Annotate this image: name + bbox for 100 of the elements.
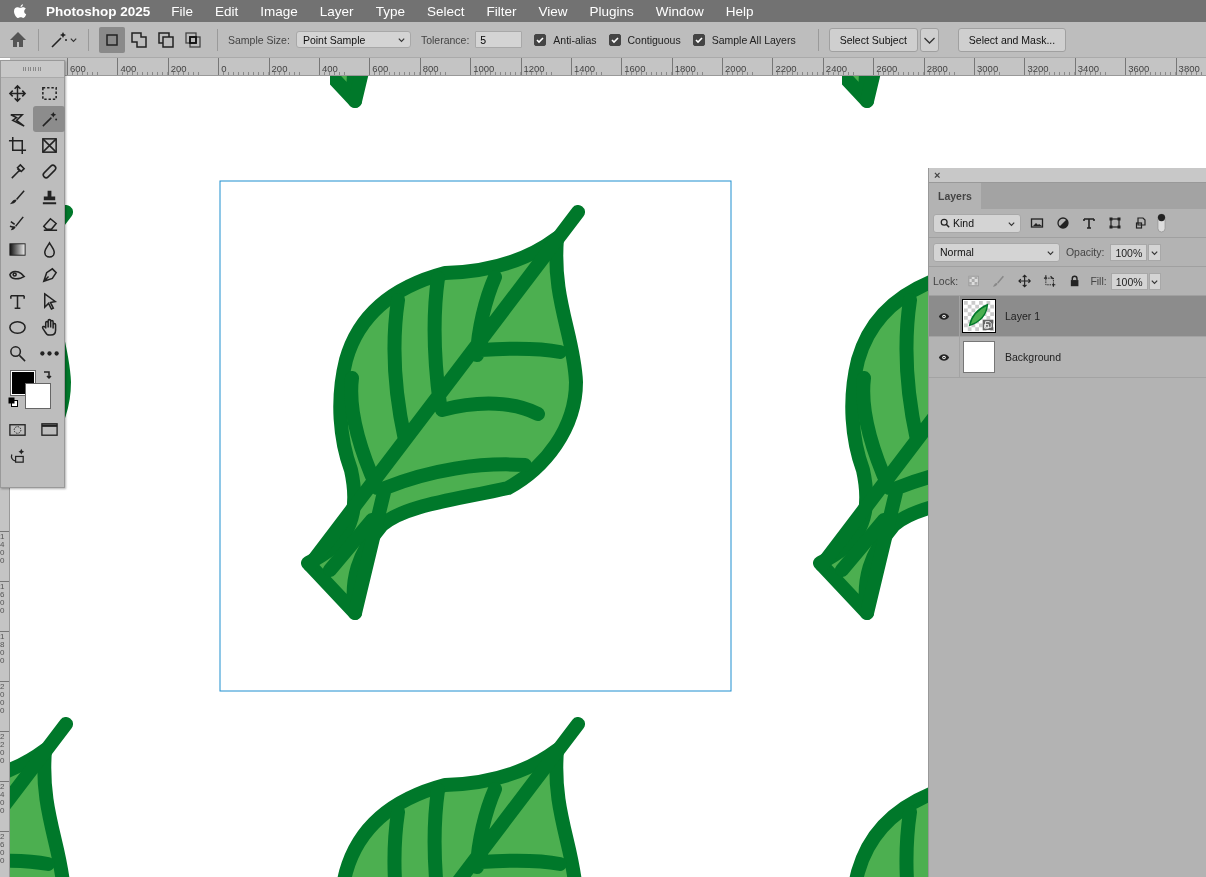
fill-field[interactable]: 100% [1110,272,1148,290]
ruler-label: 1600 [623,62,646,75]
filter-kind-dropdown[interactable]: Kind [933,213,1021,233]
selection-mode-icon [129,29,149,50]
menu-item[interactable]: Type [375,3,405,19]
selection-mode-icon [156,29,176,50]
ruler-label: 0 [220,62,227,75]
checkbox-label[interactable]: Contiguous [627,33,681,46]
apple-logo-icon[interactable] [14,3,27,19]
artboard-icon[interactable] [1042,274,1057,288]
grip-handle[interactable] [22,67,43,71]
ruler-label: 2600 [0,832,5,865]
ruler-label: 1800 [0,632,5,665]
fill-dropdown[interactable] [1148,272,1161,290]
selection-mode-icon [183,29,203,50]
app-name-menu[interactable]: Photoshop 2025 [46,3,151,19]
menu-item[interactable]: Window [655,3,704,19]
sample-size-label: Sample Size: [228,33,290,46]
ruler-label: 400 [320,62,338,75]
fill-label: Fill: [1090,275,1107,287]
home-icon[interactable] [8,29,28,50]
dropdown-button[interactable] [919,27,939,52]
move-icon[interactable] [1017,274,1031,288]
panel-tab[interactable]: Layers [929,183,981,209]
checkbox[interactable] [692,33,705,46]
opacity-dropdown[interactable] [1148,243,1161,261]
ruler-label: 1600 [0,582,5,615]
ruler-label: 1200 [522,62,545,75]
ruler-label: 2800 [925,62,948,75]
select-and-mask-button[interactable]: Select and Mask... [957,27,1067,52]
ruler-label: 3600 [1127,62,1150,75]
ruler-label: 200 [270,62,288,75]
layer-name[interactable]: Background [1005,351,1062,363]
opacity-field[interactable]: 100% [1110,243,1148,261]
brush-icon [7,187,27,207]
eye-icon[interactable] [938,311,950,321]
crop-icon [7,135,27,155]
checkbox[interactable] [608,33,621,46]
ruler-label: 1800 [673,62,696,75]
ruler-label: 1400 [0,532,5,565]
select-subject-button[interactable]: Select Subject [828,27,918,52]
layer-thumbnail [963,341,995,373]
blend-mode-dropdown[interactable]: Normal [933,242,1060,262]
ruler-label: 3200 [1026,62,1049,75]
history-brush-icon [7,213,27,233]
ruler-label: 2400 [824,62,847,75]
ruler-label: 3000 [976,62,999,75]
image-filter-icon[interactable] [1030,216,1044,230]
bandage-icon [39,161,59,181]
ruler-label: 3800 [1177,62,1200,75]
filter-toggle[interactable] [1157,213,1166,233]
default-colors-icon[interactable] [8,397,18,407]
checkbox-label[interactable]: Sample All Layers [711,33,796,46]
ruler-label: 2200 [774,62,797,75]
ruler-label: 200 [169,62,187,75]
smart-object-filter-icon[interactable] [1134,216,1148,230]
hand-icon [39,317,59,337]
shape-filter-icon[interactable] [1108,216,1122,230]
selection-mode-button[interactable] [99,26,125,53]
magic-wand-icon [39,109,59,129]
adjustment-filter-icon[interactable] [1056,216,1070,230]
layer-row[interactable]: Layer 1 [929,296,1206,337]
close-button[interactable]: × [934,170,941,180]
type-filter-icon[interactable] [1082,216,1096,230]
ruler-label: 600 [69,62,86,75]
layer-row[interactable]: Background [929,337,1206,378]
background-color-swatch[interactable] [25,383,51,409]
ruler-label: 2400 [0,782,5,815]
menu-item[interactable]: Select [426,3,465,19]
layer-name[interactable]: Layer 1 [1005,310,1041,322]
ruler-label: 1400 [572,62,596,75]
eye-icon[interactable] [938,352,950,362]
ruler-label: 600 [371,62,389,75]
menu-item[interactable]: View [538,3,568,19]
frame-icon [39,135,59,155]
menu-item[interactable]: Image [260,3,298,19]
menu-item[interactable]: Help [725,3,754,19]
menu-item[interactable]: Plugins [589,3,634,19]
ruler-label: 800 [421,62,439,75]
move-icon [7,83,27,103]
menu-item[interactable]: File [171,3,194,19]
menu-item[interactable]: Edit [215,3,239,19]
menu-item[interactable]: Filter [486,3,517,19]
checkbox[interactable] [534,33,547,46]
more-icon [39,350,59,356]
layer-thumbnail [963,300,995,332]
caret-icon[interactable] [69,35,78,44]
tolerance-field[interactable]: 5 [475,31,523,48]
zoom-icon [7,343,27,363]
ruler-label: 3400 [1076,62,1099,75]
checkbox-label[interactable]: Anti-alias [553,33,597,46]
ruler-label: 2600 [875,62,898,75]
sample-size-dropdown[interactable]: Point Sample [295,31,411,48]
ruler-label: 2000 [724,62,747,75]
caret-icon [396,35,406,44]
menu-item[interactable]: Layer [319,3,354,19]
ruler-label: 2200 [0,732,5,765]
ruler-label: 2000 [0,682,5,715]
swap-arrow-icon[interactable] [41,370,53,382]
tolerance-label: Tolerance: [420,33,470,46]
